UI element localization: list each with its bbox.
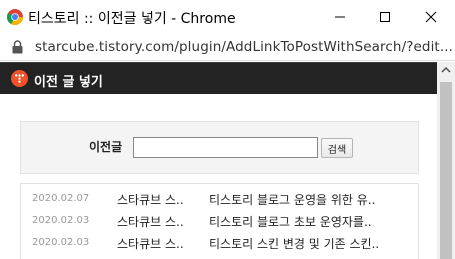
search-label: 이전글	[89, 140, 123, 154]
post-blog: 스타큐브 스..	[117, 193, 184, 207]
address-bar[interactable]: starcube.tistory.com/plugin/AddLinkToPos…	[0, 34, 455, 61]
post-blog: 스타큐브 스..	[117, 215, 184, 229]
minimize-button[interactable]	[317, 0, 363, 34]
lock-icon[interactable]	[12, 40, 23, 54]
maximize-icon	[380, 12, 390, 22]
vertical-scrollbar[interactable]	[437, 62, 455, 259]
chrome-icon	[7, 9, 23, 25]
scrollbar-thumb[interactable]	[440, 82, 452, 259]
post-date: 2020.02.07	[32, 193, 90, 204]
window-titlebar: 티스토리 :: 이전글 넣기 - Chrome	[0, 0, 455, 34]
post-date: 2020.02.03	[32, 237, 90, 248]
post-title[interactable]: 티스토리 블로그 초보 운영자를..	[209, 213, 372, 230]
post-list: 2020.02.07 스타큐브 스.. 티스토리 블로그 운영을 위한 유.. …	[20, 183, 419, 259]
search-panel: 이전글 검색	[20, 121, 419, 174]
list-item[interactable]: 2020.02.03 스타큐브 스.. 티스토리 스킨 변경 및 기존 스킨..	[21, 232, 418, 254]
page-header: 이전 글 넣기	[0, 62, 437, 94]
search-button[interactable]: 검색	[321, 138, 353, 158]
tistory-logo-icon	[11, 70, 28, 87]
post-blog: 스타큐브 스..	[117, 237, 184, 251]
list-item[interactable]: 2020.02.03 스타큐브 스.. 티스토리 블로그 초보 운영자를..	[21, 210, 418, 232]
page-title: 이전 글 넣기	[34, 75, 103, 90]
close-button[interactable]	[408, 0, 454, 34]
close-icon	[425, 11, 437, 23]
post-title[interactable]: 티스토리 블로그 운영을 위한 유..	[209, 191, 375, 208]
maximize-button[interactable]	[362, 0, 408, 34]
minimize-icon	[335, 16, 345, 18]
url-text[interactable]: starcube.tistory.com/plugin/AddLinkToPos…	[35, 39, 453, 55]
tistory-dots-icon	[15, 74, 24, 83]
search-input[interactable]	[133, 137, 318, 158]
page-content: 이전 글 넣기 이전글 검색 2020.02.07 스타큐브 스.. 티스토리 …	[0, 62, 437, 259]
post-date: 2020.02.03	[32, 215, 90, 226]
list-item[interactable]: 2020.02.07 스타큐브 스.. 티스토리 블로그 운영을 위한 유..	[21, 188, 418, 210]
scroll-up-arrow-icon[interactable]	[441, 66, 451, 74]
post-title[interactable]: 티스토리 스킨 변경 및 기존 스킨..	[209, 235, 379, 252]
window-title: 티스토리 :: 이전글 넣기 - Chrome	[28, 11, 236, 27]
